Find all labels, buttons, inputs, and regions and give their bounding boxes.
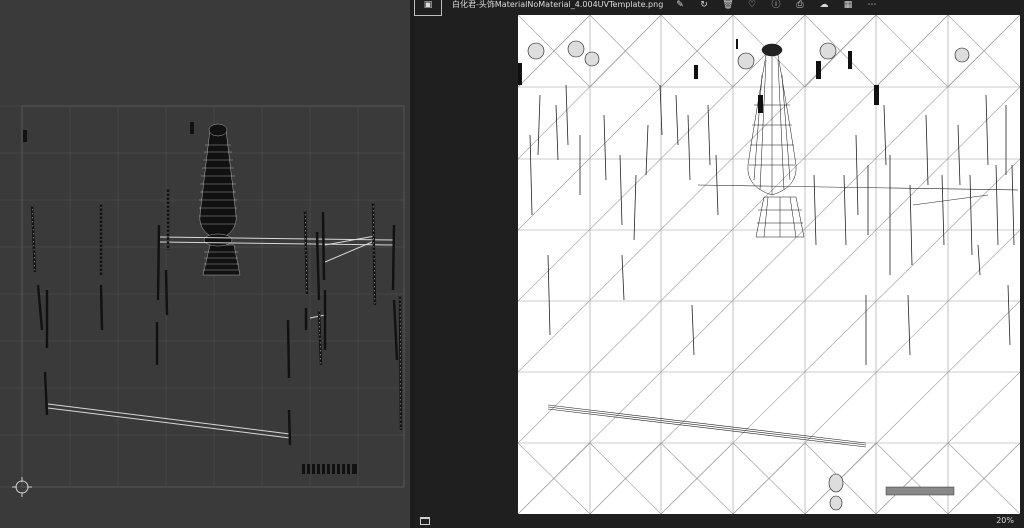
uv-editor-canvas[interactable] <box>0 0 410 528</box>
gallery-icon[interactable]: ▦ <box>836 0 860 11</box>
uv-template-drawing <box>518 15 1020 514</box>
delete-icon[interactable]: 🗑 <box>716 0 740 11</box>
viewer-footer: 20% <box>414 514 1024 528</box>
cloud-icon[interactable]: ☁ <box>812 0 836 11</box>
uv-template-image <box>518 15 1020 514</box>
zoom-level[interactable]: 20% <box>996 516 1014 525</box>
filmstrip-icon[interactable] <box>420 517 430 525</box>
info-icon[interactable]: ⓘ <box>764 0 788 11</box>
more-icon[interactable]: ⋯ <box>860 0 884 11</box>
file-title: 白化君-头饰MaterialNoMaterial_4.004UVTemplate… <box>452 0 664 9</box>
uv-island-bottom-bar <box>302 464 357 474</box>
viewer-header: ▣ 白化君-头饰MaterialNoMaterial_4.004UVTempla… <box>414 0 1024 16</box>
favorite-icon[interactable]: ♡ <box>740 0 764 11</box>
viewer-toolbar: ✎ ↻ 🗑 ♡ ⓘ ⎙ ☁ ▦ ⋯ <box>668 0 884 11</box>
screen: ▣ 白化君-头饰MaterialNoMaterial_4.004UVTempla… <box>0 0 1024 528</box>
edit-icon[interactable]: ✎ <box>668 0 692 11</box>
print-icon[interactable]: ⎙ <box>788 0 812 11</box>
template-bottom-bar <box>885 486 955 496</box>
uv-editor-panel[interactable] <box>0 0 410 528</box>
rotate-icon[interactable]: ↻ <box>692 0 716 11</box>
image-viewer-panel: ▣ 白化君-头饰MaterialNoMaterial_4.004UVTempla… <box>414 0 1024 528</box>
photos-app-icon[interactable]: ▣ <box>414 0 442 16</box>
